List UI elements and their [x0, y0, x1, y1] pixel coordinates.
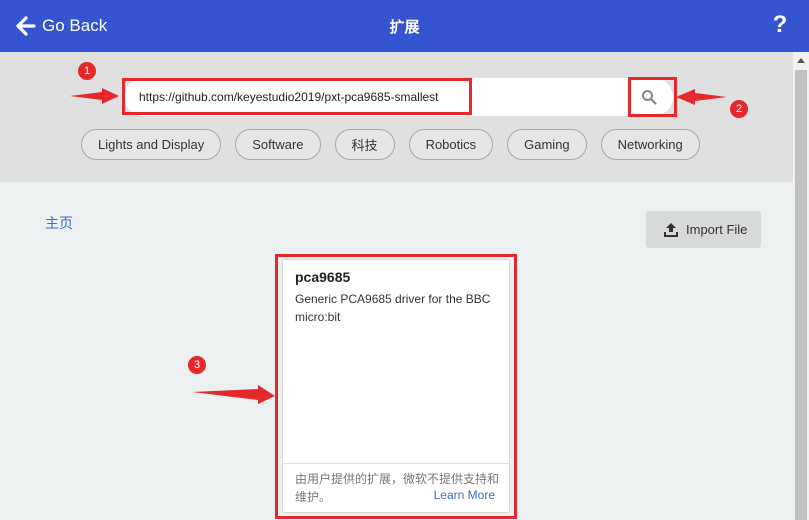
- annotation-arrow-3: [192, 385, 275, 404]
- annotation-arrow-1: [70, 88, 119, 104]
- annotation-marker-3: 3: [188, 356, 206, 374]
- annotation-marker-2: 2: [730, 100, 748, 118]
- annotation-arrows: [70, 88, 727, 404]
- annotation-marker-1: 1: [78, 62, 96, 80]
- annotation-arrow-2: [676, 89, 727, 105]
